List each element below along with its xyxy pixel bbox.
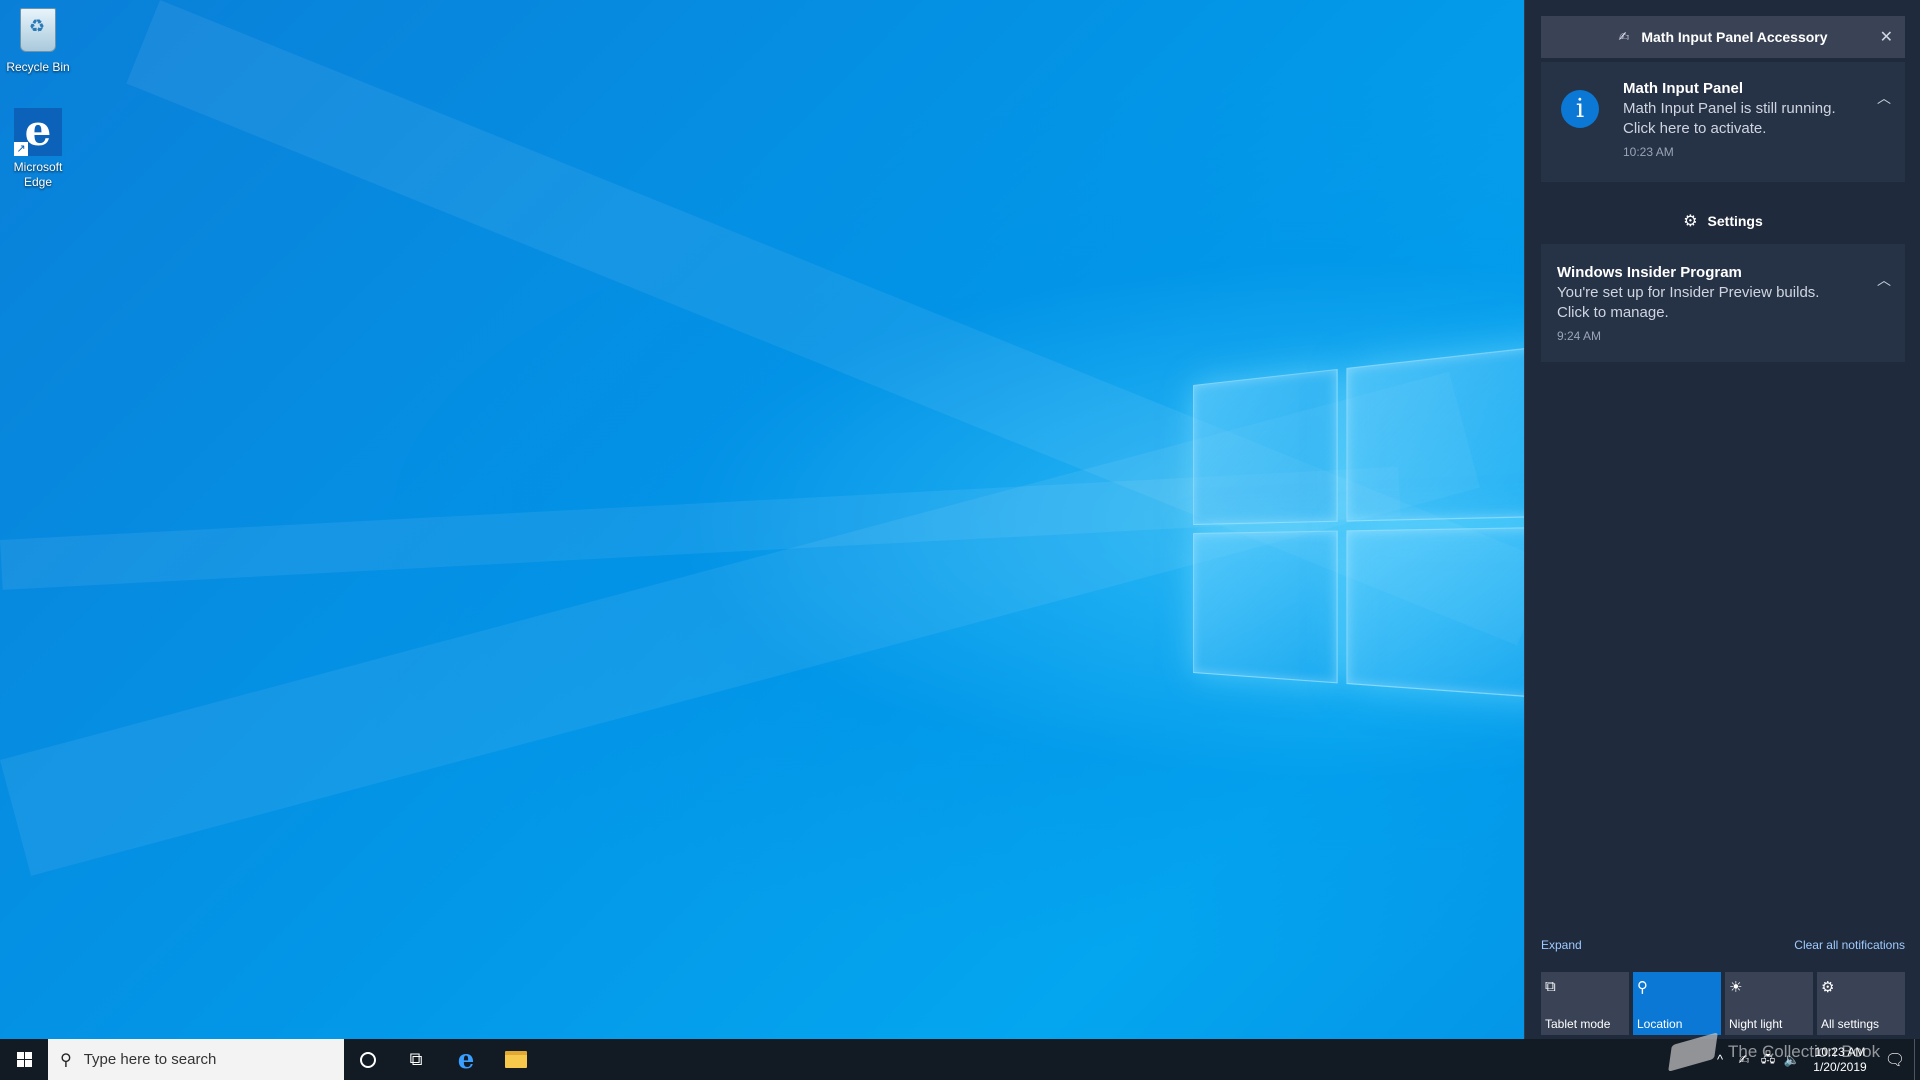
quick-action-label: Tablet mode: [1545, 1017, 1611, 1031]
quick-actions: ⧉ Tablet mode ⚲ Location ☀ Night light ⚙…: [1541, 972, 1905, 1035]
taskbar-clock[interactable]: 10:23 AM 1/20/2019: [1804, 1045, 1876, 1075]
notification-group-header-math-input[interactable]: ✍ Math Input Panel Accessory ✕: [1541, 16, 1905, 58]
info-icon: i: [1561, 90, 1599, 128]
quick-action-label: All settings: [1821, 1017, 1880, 1031]
file-explorer-icon: [505, 1051, 527, 1068]
shortcut-arrow-icon: ↗: [14, 142, 28, 156]
tablet-mode-icon: ⧉: [1545, 978, 1556, 995]
notification-time: 10:23 AM: [1623, 145, 1674, 159]
notification-group-header-settings[interactable]: ⚙ Settings: [1541, 204, 1905, 238]
notification-time: 9:24 AM: [1557, 329, 1602, 343]
math-input-panel-tray-icon[interactable]: ✍: [1732, 1052, 1756, 1068]
quick-action-label: Night light: [1729, 1017, 1783, 1031]
logo-pane: [1193, 368, 1338, 525]
edge-icon: e: [457, 1044, 475, 1075]
clock-date: 1/20/2019: [1813, 1059, 1867, 1074]
desktop-icon-microsoft-edge[interactable]: e ↗ Microsoft Edge: [0, 108, 76, 190]
taskbar: ⚲ Type here to search ⧉ e ^ ✍ 🖧 🔈 10:23 …: [0, 1039, 1920, 1080]
gear-icon: ⚙: [1683, 213, 1698, 230]
clock-time: 10:23 AM: [1814, 1044, 1866, 1059]
logo-pane: [1193, 530, 1338, 684]
notification-body: You're set up for Insider Preview builds…: [1557, 284, 1820, 321]
volume-icon[interactable]: 🔈: [1780, 1052, 1804, 1068]
close-icon[interactable]: ✕: [1880, 27, 1893, 47]
action-center: ✍ Math Input Panel Accessory ✕ i Math In…: [1524, 0, 1920, 1039]
system-tray: ^ ✍ 🖧 🔈 10:23 AM 1/20/2019 🗨: [1708, 1039, 1920, 1080]
desktop-icon-recycle-bin[interactable]: Recycle Bin: [0, 8, 76, 75]
windows-logo-wallpaper: [1193, 343, 1566, 776]
night-light-icon: ☀: [1729, 979, 1743, 996]
search-icon: ⚲: [60, 1051, 72, 1069]
clear-all-notifications-link[interactable]: Clear all notifications: [1794, 938, 1905, 952]
action-center-notification-icon[interactable]: 🗨: [1876, 1050, 1914, 1070]
notification-group-title: Math Input Panel Accessory: [1641, 29, 1828, 45]
cortana-icon: [360, 1051, 376, 1068]
start-button[interactable]: [0, 1039, 48, 1080]
edge-icon: e ↗: [14, 108, 62, 156]
action-center-footer: Expand Clear all notifications: [1541, 938, 1905, 952]
quick-action-tablet-mode[interactable]: ⧉ Tablet mode: [1541, 972, 1629, 1035]
quick-action-label: Location: [1637, 1017, 1683, 1031]
search-placeholder: Type here to search: [83, 1051, 217, 1068]
location-icon: ⚲: [1637, 979, 1648, 996]
cortana-button[interactable]: [344, 1039, 392, 1080]
chevron-up-icon[interactable]: ︿: [1877, 88, 1891, 108]
taskbar-file-explorer-button[interactable]: [492, 1039, 540, 1080]
all-settings-icon: ⚙: [1821, 979, 1835, 996]
quick-action-all-settings[interactable]: ⚙ All settings: [1817, 972, 1905, 1035]
chevron-up-icon[interactable]: ︿: [1877, 270, 1891, 290]
recycle-bin-icon: [14, 8, 62, 56]
taskbar-edge-button[interactable]: e: [442, 1039, 490, 1080]
quick-action-night-light[interactable]: ☀ Night light: [1725, 972, 1813, 1035]
task-view-button[interactable]: ⧉: [392, 1039, 440, 1080]
notification-title: Windows Insider Program: [1557, 264, 1742, 281]
show-desktop-button[interactable]: [1914, 1039, 1920, 1080]
math-input-panel-icon: ✍: [1618, 29, 1630, 44]
network-icon[interactable]: 🖧: [1756, 1049, 1780, 1071]
windows-logo-icon: [16, 1052, 32, 1067]
notification-body: Math Input Panel is still running. Click…: [1623, 100, 1836, 137]
notification-title: Math Input Panel: [1623, 80, 1743, 97]
desktop-icon-label: Recycle Bin: [6, 60, 70, 74]
notification-windows-insider[interactable]: Windows Insider Program You're set up fo…: [1541, 244, 1905, 362]
notification-math-input-panel[interactable]: i Math Input Panel Math Input Panel is s…: [1541, 62, 1905, 182]
show-hidden-icons-chevron-icon[interactable]: ^: [1708, 1052, 1732, 1067]
expand-link[interactable]: Expand: [1541, 938, 1582, 952]
desktop-icon-label: Microsoft Edge: [13, 160, 63, 189]
quick-action-location[interactable]: ⚲ Location: [1633, 972, 1721, 1035]
task-view-icon: ⧉: [409, 1049, 423, 1069]
notification-group-title: Settings: [1707, 213, 1763, 229]
taskbar-search-box[interactable]: ⚲ Type here to search: [48, 1039, 344, 1080]
